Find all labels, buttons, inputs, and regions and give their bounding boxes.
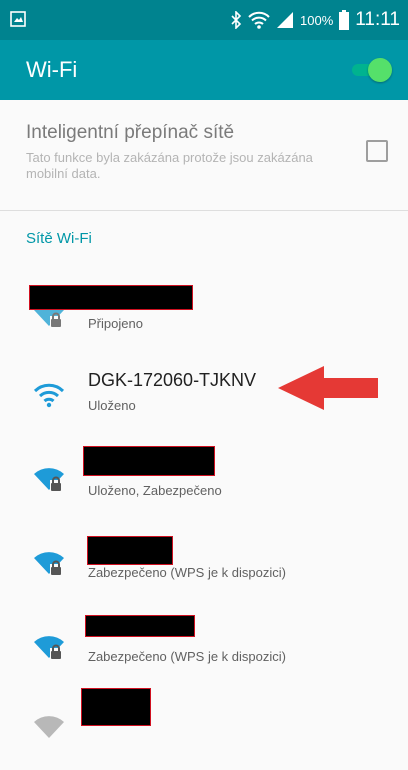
wifi-icon — [33, 383, 65, 408]
wifi-lock-icon — [34, 468, 64, 491]
network-status: Uloženo, Zabezpečeno — [88, 483, 222, 498]
wifi-toggle-thumb — [368, 58, 392, 82]
redaction-box — [87, 536, 173, 565]
network-status: Zabezpečeno (WPS je k dispozici) — [88, 565, 286, 580]
wifi-lock-icon — [34, 636, 64, 659]
battery-icon — [339, 10, 350, 30]
app-bar: Wi-Fi — [0, 40, 408, 100]
networks-section-title: Sítě Wi-Fi — [26, 230, 92, 247]
redaction-box — [29, 285, 193, 310]
status-bar: 100% 11:11 — [0, 0, 408, 40]
smart-network-switch-row[interactable]: Inteligentní přepínač sítě Tato funkce b… — [0, 100, 408, 211]
signal-icon — [277, 12, 294, 28]
status-icons: 100% 11:11 — [230, 7, 400, 33]
redaction-box — [85, 615, 195, 637]
bluetooth-icon — [231, 11, 242, 29]
wifi-status-icon — [248, 11, 270, 29]
network-status: Uloženo — [88, 398, 136, 413]
redaction-box — [83, 446, 215, 476]
network-name: DGK-172060-TJKNV — [88, 370, 257, 390]
status-time: 11:11 — [355, 9, 400, 30]
network-status: Zabezpečeno (WPS je k dispozici) — [88, 649, 286, 664]
red-arrow-annotation — [278, 366, 378, 410]
screenshot-icon — [10, 11, 26, 27]
network-item[interactable]: Zabezpečeno (WPS je k dispozici) — [0, 530, 408, 610]
network-item[interactable]: Zabezpečeno (WPS je k dispozici) — [0, 614, 408, 694]
page-title: Wi-Fi — [26, 57, 78, 82]
wifi-lock-icon — [34, 552, 64, 575]
smart-switch-title: Inteligentní přepínač sítě — [26, 122, 235, 143]
smart-switch-description: Tato funkce byla zakázána protože jsou z… — [26, 150, 313, 181]
battery-percent: 100% — [300, 12, 334, 28]
redaction-box — [81, 688, 151, 726]
wifi-toggle[interactable] — [348, 58, 392, 82]
network-item[interactable] — [0, 690, 408, 770]
network-status: Připojeno — [88, 316, 143, 331]
smart-switch-checkbox[interactable] — [366, 140, 388, 162]
wifi-icon — [34, 716, 64, 738]
